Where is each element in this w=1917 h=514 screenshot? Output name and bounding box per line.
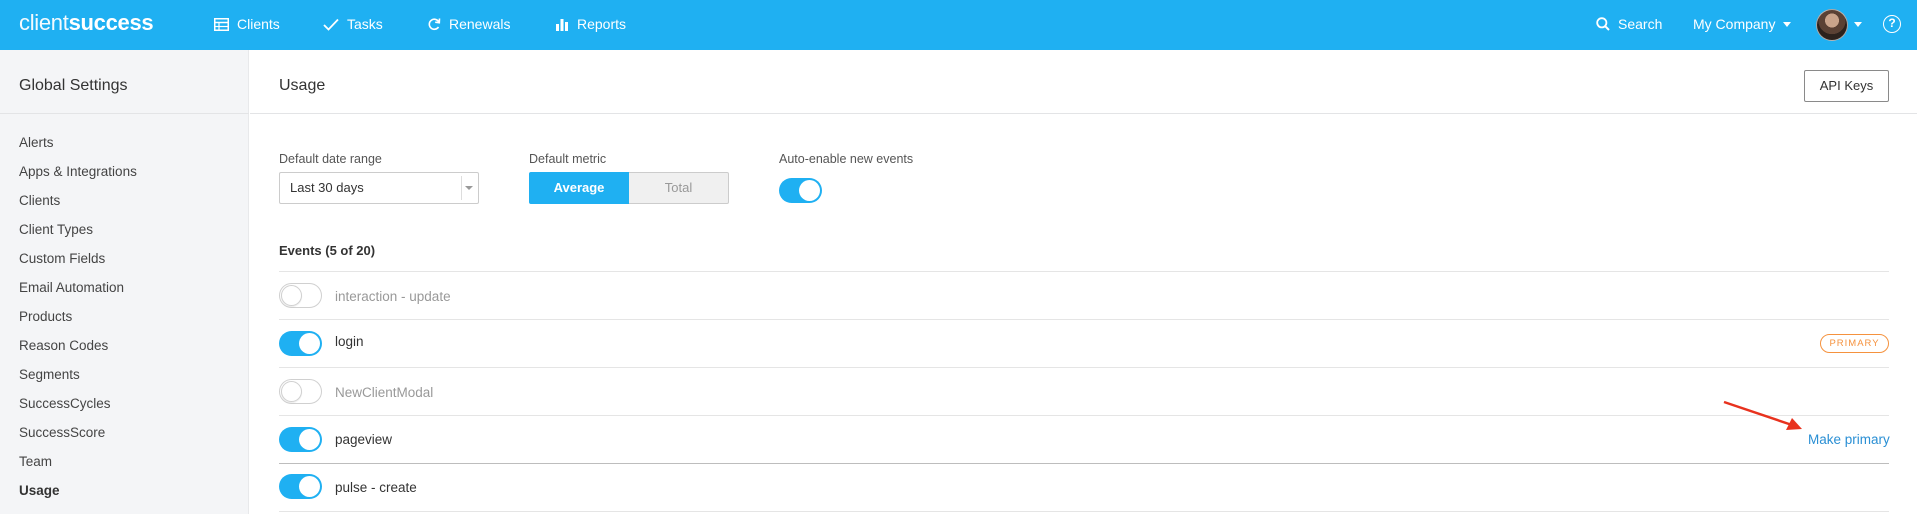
metric-average-option[interactable]: Average (529, 172, 629, 204)
toggle-knob (281, 381, 302, 402)
nav-renewals-label: Renewals (449, 16, 511, 32)
sidebar-item-apps-integrations[interactable]: Apps & Integrations (19, 163, 137, 192)
toggle-knob (281, 285, 302, 306)
sidebar-title: Global Settings (19, 77, 128, 94)
toggle-knob (299, 429, 320, 450)
help-icon[interactable]: ? (1883, 15, 1901, 33)
sidebar-nav-list: Alerts Apps & Integrations Clients Clien… (19, 134, 137, 511)
date-range-select[interactable]: Last 30 days (279, 172, 479, 204)
sidebar-item-team[interactable]: Team (19, 453, 137, 482)
event-toggle-pageview[interactable] (279, 427, 322, 452)
event-name: interaction - update (335, 289, 451, 304)
sidebar-item-successcycles[interactable]: SuccessCycles (19, 395, 137, 424)
row-divider (279, 271, 1889, 272)
toggle-knob (799, 180, 820, 201)
event-toggle-pulse-create[interactable] (279, 474, 322, 499)
sidebar-item-reason-codes[interactable]: Reason Codes (19, 337, 137, 366)
nav-reports[interactable]: Reports (555, 16, 626, 32)
row-divider (279, 463, 1889, 464)
avatar[interactable] (1816, 9, 1848, 41)
nav-search[interactable]: Search (1596, 16, 1662, 32)
toggle-knob (299, 476, 320, 497)
check-icon (323, 18, 339, 31)
sidebar-item-alerts[interactable]: Alerts (19, 134, 137, 163)
top-navbar: clientsuccess Clients Tasks Renewals Rep… (0, 0, 1917, 50)
company-label: My Company (1693, 16, 1776, 32)
logo-text-bold: success (68, 10, 154, 35)
chevron-down-icon (1783, 21, 1792, 27)
primary-badge: PRIMARY (1820, 334, 1889, 353)
nav-clients-label: Clients (237, 16, 280, 32)
event-name: pageview (335, 432, 393, 447)
event-name: login (335, 334, 364, 349)
sidebar-divider (0, 113, 249, 114)
settings-sidebar: Global Settings Alerts Apps & Integratio… (0, 50, 249, 514)
table-icon (214, 17, 229, 31)
sidebar-item-clients[interactable]: Clients (19, 192, 137, 221)
sidebar-item-successscore[interactable]: SuccessScore (19, 424, 137, 453)
auto-enable-label: Auto-enable new events (779, 152, 914, 166)
sidebar-item-usage[interactable]: Usage (19, 482, 137, 511)
nav-search-label: Search (1618, 16, 1663, 32)
company-dropdown[interactable]: My Company (1693, 16, 1792, 32)
select-divider (461, 176, 462, 200)
nav-tasks-label: Tasks (347, 16, 383, 32)
page-header: Usage API Keys (250, 50, 1917, 114)
chevron-down-icon[interactable] (1854, 22, 1862, 27)
annotation-arrow-icon (1723, 400, 1802, 430)
sidebar-item-custom-fields[interactable]: Custom Fields (19, 250, 137, 279)
api-keys-button[interactable]: API Keys (1804, 70, 1889, 102)
nav-renewals[interactable]: Renewals (427, 16, 510, 32)
nav-tasks[interactable]: Tasks (323, 16, 383, 32)
sidebar-item-email-automation[interactable]: Email Automation (19, 279, 137, 308)
event-toggle-interaction-update[interactable] (279, 283, 322, 308)
date-range-label: Default date range (279, 152, 382, 166)
page-title: Usage (279, 77, 326, 94)
metric-total-option[interactable]: Total (629, 172, 729, 204)
refresh-icon (428, 18, 441, 31)
app-logo[interactable]: clientsuccess (19, 10, 154, 36)
auto-enable-toggle[interactable] (779, 178, 822, 203)
event-toggle-newclientmodal[interactable] (279, 379, 322, 404)
row-divider (279, 415, 1889, 416)
date-range-value: Last 30 days (290, 180, 364, 195)
row-divider (279, 319, 1889, 320)
toggle-knob (299, 333, 320, 354)
events-heading: Events (5 of 20) (279, 243, 376, 258)
logo-text-thin: client (19, 10, 69, 35)
nav-reports-label: Reports (577, 16, 627, 32)
row-divider (279, 511, 1889, 512)
event-name: pulse - create (335, 480, 417, 495)
event-name: NewClientModal (335, 385, 434, 400)
event-toggle-login[interactable] (279, 331, 322, 356)
search-icon (1596, 17, 1610, 31)
metric-label: Default metric (529, 152, 607, 166)
sidebar-item-client-types[interactable]: Client Types (19, 221, 137, 250)
row-divider (279, 367, 1889, 368)
make-primary-link[interactable]: Make primary (1808, 432, 1890, 447)
nav-clients[interactable]: Clients (214, 16, 280, 32)
bar-chart-icon (556, 18, 568, 31)
caret-down-icon (465, 186, 473, 190)
sidebar-item-segments[interactable]: Segments (19, 366, 137, 395)
sidebar-item-products[interactable]: Products (19, 308, 137, 337)
